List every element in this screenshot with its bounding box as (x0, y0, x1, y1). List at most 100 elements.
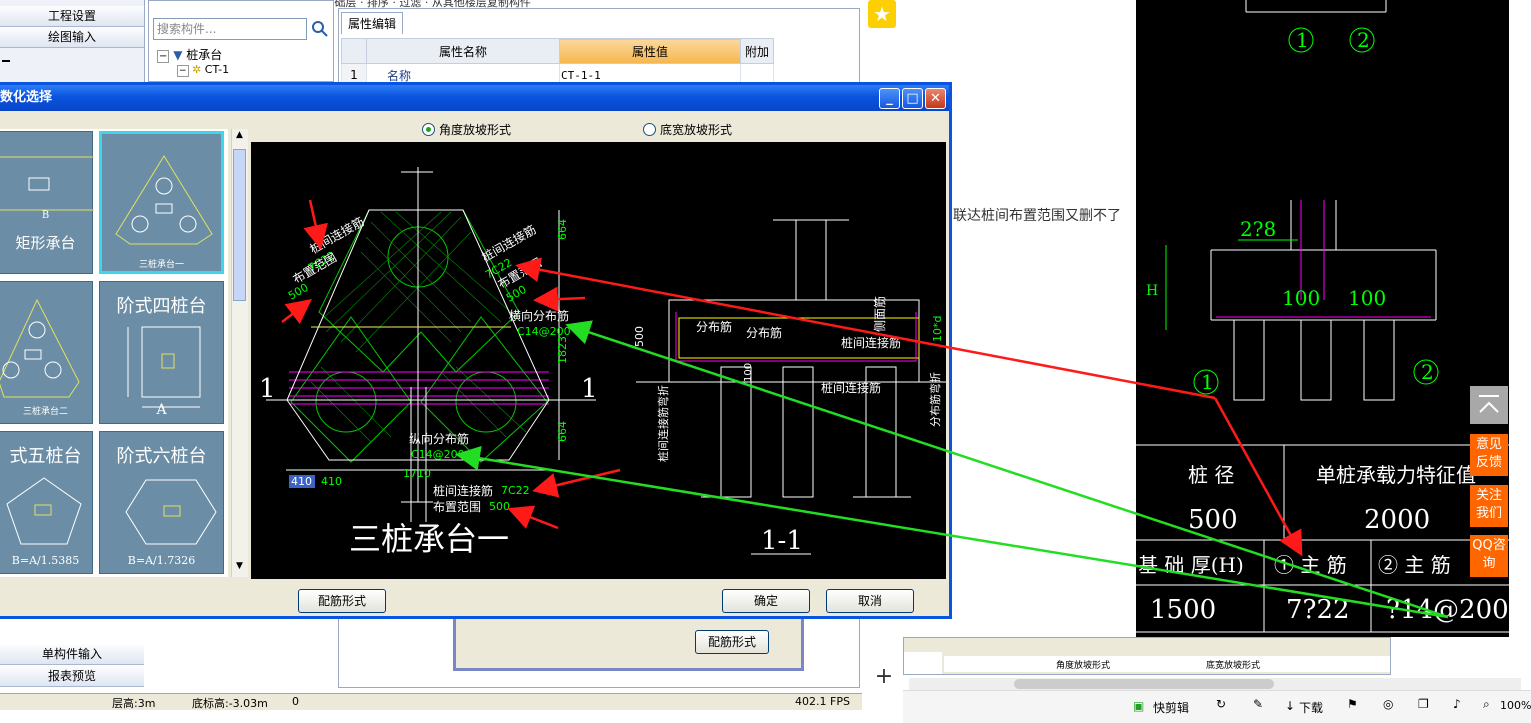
cad-preview-svg: 7C22 500 7C22 500 C14@200 C14@200 7C22 5… (259, 167, 946, 558)
cad-main-title: 三桩承台一 (349, 520, 509, 558)
col-name: 属性名称 (366, 38, 560, 64)
cad-val-7c22-bottom: 7C22 (501, 484, 530, 497)
radio-width-slope[interactable]: 底宽放坡形式 (643, 121, 732, 138)
feedback-tab[interactable]: 意见反馈 (1470, 434, 1508, 476)
thumb-rect-cap[interactable]: B 矩形承台 (0, 131, 94, 274)
thumb-three-pile-2[interactable]: 三桩承台二 (0, 281, 93, 424)
refresh-icon[interactable]: ↻ (1216, 697, 1226, 711)
radio-unselected-icon (643, 123, 656, 136)
volume-icon[interactable]: ♪ (1453, 697, 1461, 711)
cad-dim-500: 500 (633, 326, 646, 347)
component-tree-panel: 搜索构件... − ▼ 桩承台 − ✲ CT-1 (148, 0, 334, 82)
radio-selected-icon (422, 123, 435, 136)
search-icon[interactable] (311, 20, 329, 38)
ref-th-thickness: 基 础 厚(H) (1138, 553, 1244, 577)
cad-label-dist-2: 分布筋 (746, 325, 782, 340)
cad-label-between-pile-sec2: 桩间连接筋 (821, 380, 881, 395)
cad-dim-1823: 1823 (556, 336, 569, 364)
zoom-icon[interactable]: ⌕ (1483, 697, 1490, 712)
search-input[interactable]: 搜索构件... (153, 18, 307, 40)
col-num (341, 38, 367, 64)
ref-td-1500: 1500 (1150, 595, 1216, 625)
cad-label-between-pile-bottom: 桩间连接筋 (433, 483, 493, 498)
scroll-down-icon[interactable]: ▼ (233, 561, 246, 575)
tab-properties[interactable]: 属性编辑 (341, 12, 404, 34)
bottom-toolbar: ▣ 快剪辑 ↻ ✎ ↓ 下载 ⚑ ◎ ❐ ♪ ⌕ 100% (903, 690, 1531, 723)
status-bar: 层高:3m 底标高:-3.03m 0 402.1 FPS (0, 693, 862, 710)
add-icon[interactable]: + (872, 665, 896, 689)
nav-drawing-input[interactable]: 绘图输入 (0, 27, 144, 48)
cad-label-transverse: 横向分布筋 (509, 308, 569, 323)
flag-icon[interactable]: ⚑ (1347, 697, 1358, 711)
ref-th-main1: ① 主 筋 (1274, 553, 1347, 577)
qq-consult-tab[interactable]: QQ咨询 (1470, 535, 1508, 577)
ref-td-2000: 2000 (1364, 505, 1430, 535)
ref-circle-2: 2 (1421, 360, 1434, 384)
nav-single-component-input[interactable]: 单构件输入 (0, 644, 144, 665)
ref-td-14-200: ?14@200 (1386, 595, 1509, 625)
question-text: 联达桩间布置范围又删不了 (953, 208, 1121, 224)
zoom-level[interactable]: 100% (1500, 699, 1531, 712)
ok-button[interactable]: 确定 (722, 589, 810, 613)
thumb-stepped-five-pile[interactable]: 式五桩台 B=A/1.5385 (0, 431, 93, 574)
download-label[interactable]: 下载 (1299, 699, 1323, 716)
rebar-form-button[interactable]: 配筋形式 (298, 589, 386, 613)
pin-icon[interactable]: ✎ (1253, 697, 1263, 711)
ref-th-pile-dia: 桩 径 (1188, 463, 1234, 487)
cad-label-between-pile-sec: 桩间连接筋 (841, 335, 901, 350)
thumb-three-pile-1[interactable]: 三桩承台一 (99, 131, 224, 274)
minimize-button[interactable]: _ (879, 88, 900, 109)
back-to-top-button[interactable] (1470, 386, 1508, 424)
kuaijianji-icon[interactable]: ▣ (1133, 699, 1144, 713)
template-thumbnail-list: B 矩形承台 三桩承台一 三桩承台二 阶式四桩台 A 式五桩台 B=A/1.53… (0, 129, 228, 577)
cad-preview: 7C22 500 7C22 500 C14@200 C14@200 7C22 5… (251, 142, 946, 579)
col-value: 属性值 (559, 38, 741, 64)
ref-dim-100a: 100 (1282, 286, 1320, 310)
star-icon[interactable]: ★ (868, 0, 896, 28)
ref-circle-2-top: 2 (1357, 28, 1370, 52)
cad-section-mark-right: 1 (581, 374, 598, 404)
download-icon[interactable]: ↓ (1285, 699, 1295, 713)
dialog-title: 数化选择 (0, 90, 53, 105)
parameter-selection-dialog: 数化选择 _ □ ✕ B 矩形承台 三桩承台一 三桩承台二 阶式四桩台 A 式五… (0, 82, 952, 619)
scrollbar-thumb[interactable] (1014, 679, 1274, 689)
scroll-up-icon[interactable]: ▲ (233, 130, 246, 144)
ref-dim-100b: 100 (1348, 286, 1386, 310)
cad-label-between-pile-left: 桩间连接筋 (307, 214, 366, 257)
thumb-stepped-four-pile[interactable]: 阶式四桩台 A (99, 281, 224, 424)
follow-us-tab[interactable]: 关注我们 (1470, 485, 1508, 527)
maximize-button[interactable]: □ (902, 88, 923, 109)
browser-icon[interactable]: ◎ (1383, 697, 1393, 711)
status-floor-height: 层高:3m (112, 697, 156, 710)
radio-angle-slope[interactable]: 角度放坡形式 (422, 121, 511, 138)
scroll-thumb[interactable] (233, 149, 246, 301)
cad-section-mark-left: 1 (259, 374, 276, 404)
cad-val-c14-long: C14@200 (411, 448, 465, 461)
nav-report-preview[interactable]: 报表预览 (0, 666, 144, 687)
close-button[interactable]: ✕ (925, 88, 946, 109)
ref-th-capacity: 单桩承载力特征值 (1316, 463, 1476, 487)
horizontal-scrollbar[interactable] (909, 678, 1521, 690)
cancel-button[interactable]: 取消 (826, 589, 914, 613)
thumbnail-scrollbar[interactable]: ▲ ▼ (231, 129, 248, 577)
reference-cad-svg: 2?8 100 100 H 1 2 1 2 桩 径 单桩承载力特征值 500 2… (1136, 0, 1509, 633)
nav-project-settings[interactable]: 工程设置 (0, 6, 144, 27)
mini-radio-angle: 角度放坡形式 (1056, 661, 1111, 671)
slope-radio-group: 角度放坡形式 底宽放坡形式 (251, 115, 946, 141)
cad-label-bend-pile: 桩间连接筋弯折 (656, 385, 670, 462)
tree-root[interactable]: − ▼ 桩承台 (157, 46, 222, 63)
window-icon[interactable]: ❐ (1418, 697, 1429, 711)
tree-root-label: 桩承台 (186, 48, 223, 62)
ref-circle-1: 1 (1201, 370, 1214, 394)
cad-dim-10d: 10*d (931, 316, 944, 342)
cad-dim-664-top: 664 (556, 219, 569, 240)
cad-label-long: 纵向分布筋 (409, 431, 469, 446)
thumb-stepped-six-pile[interactable]: 阶式六桩台 B=A/1.7326 (99, 431, 224, 574)
kuaijianji-label[interactable]: 快剪辑 (1153, 699, 1189, 716)
rebar-form-button-bg[interactable]: 配筋形式 (695, 630, 769, 654)
properties-table: 属性名称 属性值 附加 1 名称 CT-1-1 (341, 38, 859, 87)
tree-child[interactable]: − ✲ CT-1 (177, 63, 229, 77)
col-extra: 附加 (740, 38, 774, 64)
cad-label-side: 侧面筋 (872, 296, 887, 332)
dialog-titlebar[interactable]: 数化选择 _ □ ✕ (0, 85, 949, 111)
